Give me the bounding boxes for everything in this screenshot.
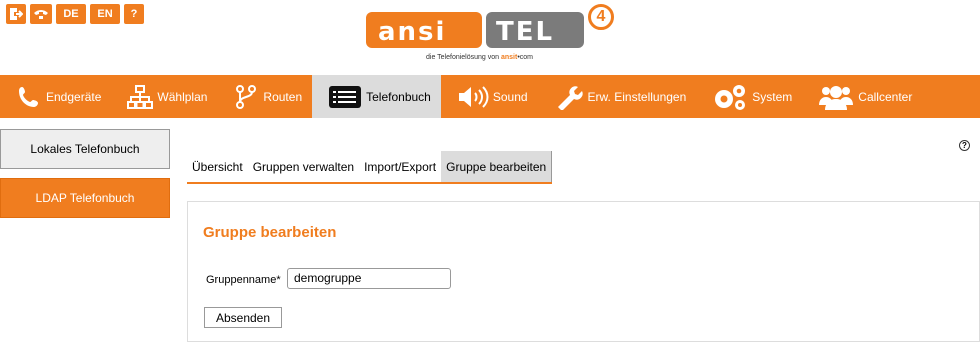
tab-uebersicht[interactable]: Übersicht [187,151,248,182]
phone-icon [16,84,42,110]
help-icon[interactable]: ? [124,4,144,24]
nav-item-sound[interactable]: Sound [441,75,538,118]
logo-left-text: ansi [378,17,447,47]
sidebar: Lokales Telefonbuch LDAP Telefonbuch [0,129,170,227]
nav-label: Erw. Einstellungen [587,89,687,104]
edit-group-panel: Gruppe bearbeiten Gruppenname* demogrupp… [187,201,980,342]
users-icon [818,84,854,110]
submit-button[interactable]: Absenden [204,307,282,328]
nav-label: Wählplan [157,89,208,104]
sitemap-icon [127,84,154,110]
nav-item-erw-einstellungen[interactable]: Erw. Einstellungen [538,75,697,118]
lang-en-flag[interactable]: EN [90,4,120,24]
group-name-label: Gruppenname* [206,274,281,286]
sidebar-item-lokales-telefonbuch[interactable]: Lokales Telefonbuch [0,129,170,169]
main-nav: Endgeräte Wählplan Routen Telefonbuch So… [0,75,980,118]
nav-label: Sound [492,89,528,104]
page-title: Gruppe bearbeiten [203,224,337,241]
nav-label: System [752,89,793,104]
header: DE EN ? ansi TEL 4 die Telefonielösung v… [0,0,980,76]
list-icon [328,84,362,110]
gears-icon [712,84,748,110]
nav-label: Endgeräte [46,89,102,104]
ansitel-logo: ansi TEL 4 die Telefonielösung von ansit… [366,4,616,72]
nav-item-waehlplan[interactable]: Wählplan [111,75,217,118]
nav-item-telefonbuch[interactable]: Telefonbuch [312,75,441,118]
logout-icon[interactable] [6,4,26,24]
nav-item-endgeraete[interactable]: Endgeräte [0,75,111,118]
nav-label: Telefonbuch [366,89,431,104]
nav-item-routen[interactable]: Routen [217,75,312,118]
page-help-icon[interactable]: ? [959,140,970,151]
nav-label: Callcenter [858,89,913,104]
tab-import-export[interactable]: Import/Export [359,151,441,182]
nav-item-system[interactable]: System [696,75,802,118]
speaker-icon [457,84,489,110]
nav-label: Routen [263,89,303,104]
sidebar-item-ldap-telefonbuch[interactable]: LDAP Telefonbuch [0,178,170,218]
logo-right-text: TEL [496,17,555,47]
phone-hangup-icon[interactable] [30,4,52,24]
top-toolbar: DE EN ? [6,4,144,24]
lang-de-flag[interactable]: DE [56,4,86,24]
wrench-icon [554,84,584,110]
nav-item-callcenter[interactable]: Callcenter [802,75,922,118]
tab-gruppe-bearbeiten[interactable]: Gruppe bearbeiten [441,151,553,182]
logo-tagline: die Telefonielösung von ansit•com [426,54,534,61]
group-name-input[interactable]: demogruppe [287,268,451,289]
tab-gruppen-verwalten[interactable]: Gruppen verwalten [248,151,359,182]
route-icon [233,84,259,110]
version-badge: 4 [588,4,614,30]
subtabs: Übersicht Gruppen verwalten Import/Expor… [187,151,553,184]
